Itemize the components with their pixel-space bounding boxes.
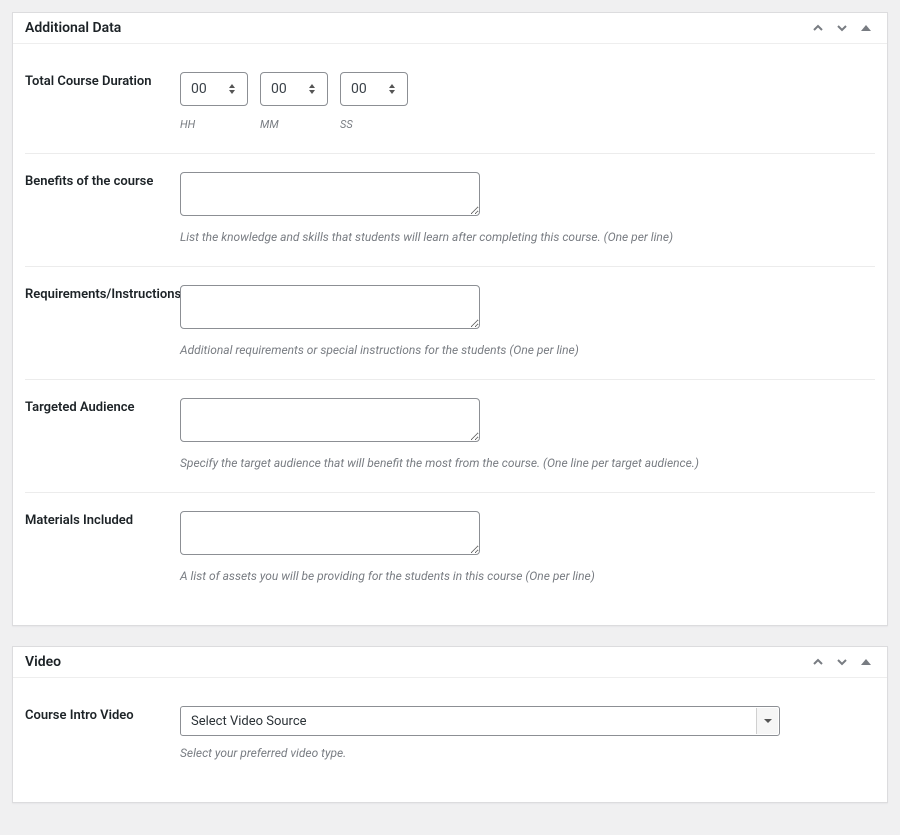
move-down-icon[interactable] — [833, 19, 851, 37]
hours-value: 00 — [191, 81, 207, 97]
collapse-icon[interactable] — [857, 653, 875, 671]
seconds-up-icon[interactable] — [389, 84, 395, 88]
hours-spinner — [229, 73, 241, 105]
collapse-icon[interactable] — [857, 19, 875, 37]
video-title: Video — [25, 654, 61, 670]
minutes-spinner — [309, 73, 321, 105]
video-source-selected: Select Video Source — [191, 714, 307, 729]
intro-video-helper: Select your preferred video type. — [180, 746, 875, 760]
minutes-down-icon[interactable] — [309, 90, 315, 94]
hours-unit-label: HH — [180, 118, 195, 131]
benefits-content: List the knowledge and skills that stude… — [180, 172, 875, 244]
seconds-spinner — [389, 73, 401, 105]
video-source-select[interactable]: Select Video Source — [180, 706, 780, 736]
panel-header-controls — [809, 19, 875, 37]
intro-video-content: Select Video Source Select your preferre… — [180, 706, 875, 760]
benefits-textarea[interactable] — [180, 172, 480, 216]
intro-video-row: Course Intro Video Select Video Source S… — [25, 688, 875, 782]
audience-label: Targeted Audience — [25, 398, 180, 470]
materials-helper: A list of assets you will be providing f… — [180, 569, 875, 583]
seconds-down-icon[interactable] — [389, 90, 395, 94]
move-down-icon[interactable] — [833, 653, 851, 671]
duration-group: 00 HH 00 — [180, 72, 875, 131]
duration-seconds-col: 00 SS — [340, 72, 408, 131]
minutes-up-icon[interactable] — [309, 84, 315, 88]
minutes-value: 00 — [271, 81, 287, 97]
duration-label: Total Course Duration — [25, 72, 180, 131]
materials-content: A list of assets you will be providing f… — [180, 511, 875, 583]
move-up-icon[interactable] — [809, 653, 827, 671]
audience-helper: Specify the target audience that will be… — [180, 456, 875, 470]
minutes-stepper[interactable]: 00 — [260, 72, 328, 106]
requirements-content: Additional requirements or special instr… — [180, 285, 875, 357]
benefits-helper: List the knowledge and skills that stude… — [180, 230, 875, 244]
additional-data-title: Additional Data — [25, 20, 121, 36]
duration-content: 00 HH 00 — [180, 72, 875, 131]
video-panel: Video Course Intro Video Select Video So… — [12, 646, 888, 803]
intro-video-label: Course Intro Video — [25, 706, 180, 760]
duration-minutes-col: 00 MM — [260, 72, 328, 131]
requirements-row: Requirements/Instructions Additional req… — [25, 267, 875, 380]
seconds-value: 00 — [351, 81, 367, 97]
video-header-controls — [809, 653, 875, 671]
additional-data-body: Total Course Duration 00 HH — [13, 44, 887, 625]
benefits-row: Benefits of the course List the knowledg… — [25, 154, 875, 267]
additional-data-panel: Additional Data Total Course Duration 00 — [12, 12, 888, 626]
seconds-unit-label: SS — [340, 118, 353, 131]
additional-data-header: Additional Data — [13, 13, 887, 44]
chevron-down-icon — [756, 708, 778, 734]
requirements-helper: Additional requirements or special instr… — [180, 343, 875, 357]
materials-label: Materials Included — [25, 511, 180, 583]
duration-row: Total Course Duration 00 HH — [25, 54, 875, 154]
requirements-textarea[interactable] — [180, 285, 480, 329]
requirements-label: Requirements/Instructions — [25, 285, 180, 357]
video-body: Course Intro Video Select Video Source S… — [13, 678, 887, 802]
audience-content: Specify the target audience that will be… — [180, 398, 875, 470]
audience-row: Targeted Audience Specify the target aud… — [25, 380, 875, 493]
audience-textarea[interactable] — [180, 398, 480, 442]
materials-textarea[interactable] — [180, 511, 480, 555]
minutes-unit-label: MM — [260, 118, 279, 131]
move-up-icon[interactable] — [809, 19, 827, 37]
hours-down-icon[interactable] — [229, 90, 235, 94]
seconds-stepper[interactable]: 00 — [340, 72, 408, 106]
benefits-label: Benefits of the course — [25, 172, 180, 244]
hours-up-icon[interactable] — [229, 84, 235, 88]
duration-hours-col: 00 HH — [180, 72, 248, 131]
materials-row: Materials Included A list of assets you … — [25, 493, 875, 605]
video-header: Video — [13, 647, 887, 678]
hours-stepper[interactable]: 00 — [180, 72, 248, 106]
